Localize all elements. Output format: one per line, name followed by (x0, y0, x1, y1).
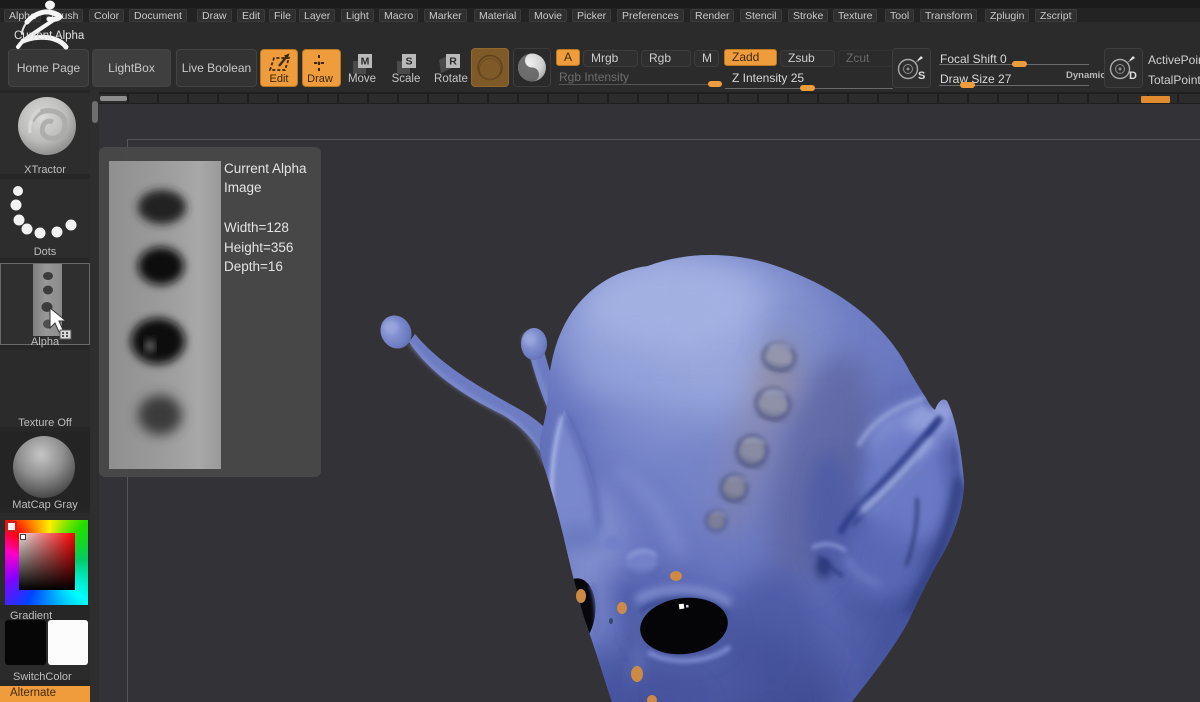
svg-text:R: R (449, 56, 457, 68)
svg-text:D: D (1129, 70, 1137, 82)
svg-text:S: S (918, 70, 925, 82)
svg-text:Rotate: Rotate (434, 73, 468, 85)
svg-text:Edit: Edit (270, 73, 289, 85)
svg-text:M: M (361, 56, 370, 68)
svg-text:S: S (405, 56, 412, 68)
svg-text:Scale: Scale (392, 73, 421, 85)
svg-text:Move: Move (348, 73, 376, 85)
svg-text:Draw: Draw (307, 73, 333, 85)
